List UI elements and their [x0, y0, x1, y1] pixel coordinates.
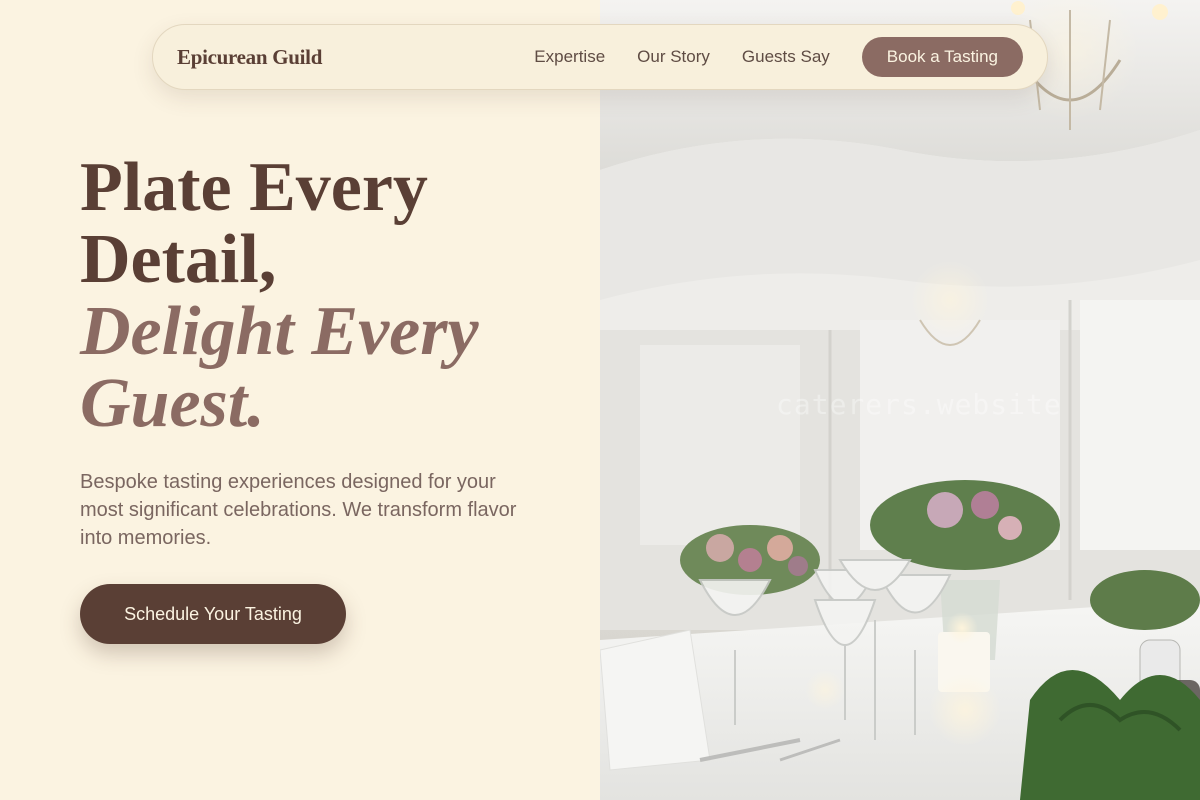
navbar: Epicurean Guild Expertise Our Story Gues…: [152, 24, 1048, 90]
headline-line-1: Plate Every Detail,: [80, 149, 428, 298]
hero-description: Bespoke tasting experiences designed for…: [80, 471, 517, 549]
hero-photo: caterers.website: [600, 0, 1200, 800]
book-tasting-button[interactable]: Book a Tasting: [861, 37, 1023, 77]
nav-link-guests-say[interactable]: Guests Say: [742, 47, 830, 67]
nav-links: Expertise Our Story Guests Say Book a Ta…: [534, 37, 1023, 77]
headline-line-2: Delight Every Guest.: [80, 293, 479, 442]
hero-headline: Plate Every Detail, Delight Every Guest.: [80, 152, 580, 440]
schedule-tasting-button[interactable]: Schedule Your Tasting: [80, 584, 346, 644]
nav-link-our-story[interactable]: Our Story: [637, 47, 710, 67]
brand-logo[interactable]: Epicurean Guild: [177, 45, 322, 70]
nav-link-expertise[interactable]: Expertise: [534, 47, 605, 67]
photo-watermark: caterers.website: [776, 388, 1062, 421]
